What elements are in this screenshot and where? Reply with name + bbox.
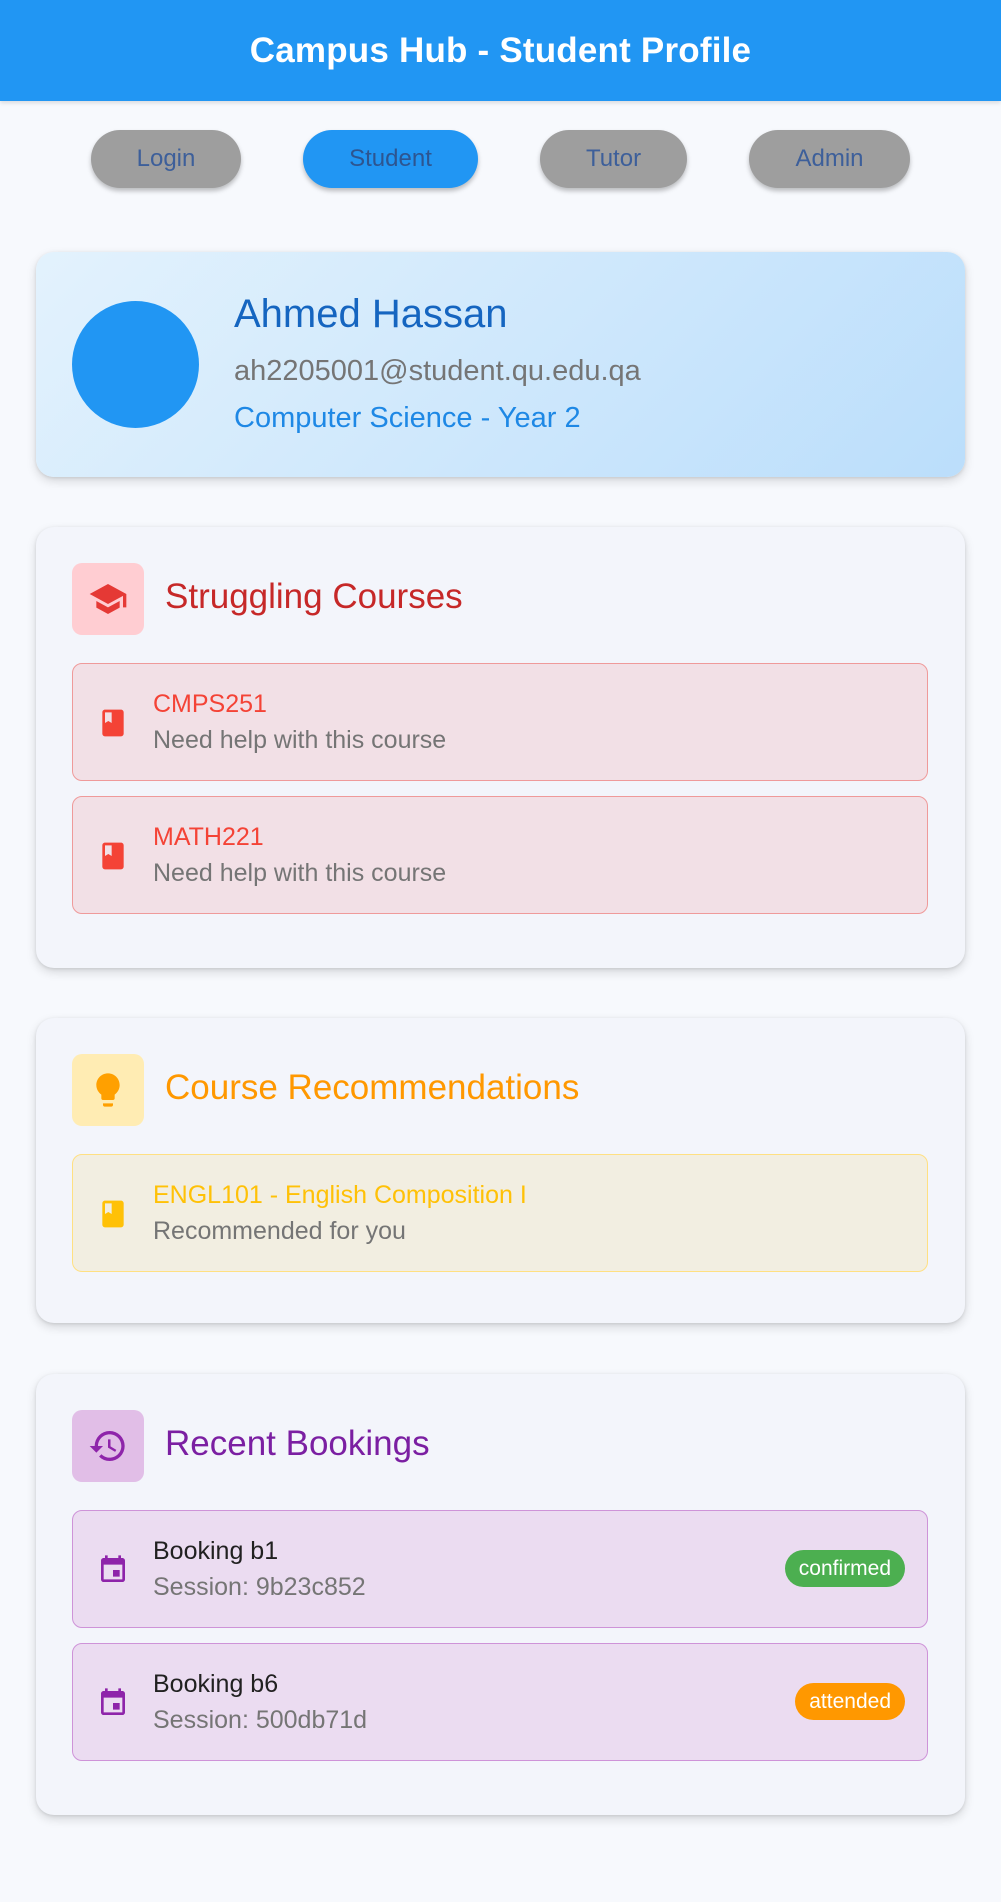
course-recommendations-card: Course Recommendations ENGL101 - English…: [36, 1018, 965, 1323]
recommendation-note: Recommended for you: [153, 1217, 406, 1245]
student-name: Ahmed Hassan: [234, 292, 508, 336]
student-program: Computer Science - Year 2: [234, 402, 581, 434]
course-code: CMPS251: [153, 690, 267, 718]
nav-student-button[interactable]: Student: [303, 130, 478, 188]
status-badge: confirmed: [784, 1550, 905, 1587]
booking-session: Session: 9b23c852: [153, 1573, 366, 1601]
profile-card: Ahmed Hassan ah2205001@student.qu.edu.qa…: [36, 252, 965, 477]
lightbulb-icon: [72, 1054, 144, 1126]
course-note: Need help with this course: [153, 726, 447, 754]
calendar-icon: [97, 1554, 129, 1586]
status-badge: attended: [795, 1683, 905, 1720]
recommended-course: ENGL101 - English Composition I: [153, 1181, 527, 1209]
section-title: Recent Bookings: [165, 1424, 430, 1463]
struggling-course-item[interactable]: CMPS251 Need help with this course: [72, 663, 928, 781]
struggling-courses-card: Struggling Courses CMPS251 Need help wit…: [36, 527, 965, 968]
calendar-icon: [97, 1687, 129, 1719]
booking-title: Booking b1: [153, 1537, 279, 1565]
booking-title: Booking b6: [153, 1670, 279, 1698]
history-icon: [72, 1410, 144, 1482]
booking-item[interactable]: Booking b1 Session: 9b23c852 confirmed: [72, 1510, 928, 1628]
app-bar: Campus Hub - Student Profile: [0, 0, 1001, 101]
book-icon: [97, 840, 129, 872]
book-icon: [97, 1198, 129, 1230]
recent-bookings-card: Recent Bookings Booking b1 Session: 9b23…: [36, 1374, 965, 1815]
page-title: Campus Hub - Student Profile: [249, 30, 752, 70]
booking-session: Session: 500db71d: [153, 1706, 368, 1734]
course-code: MATH221: [153, 823, 264, 851]
struggling-course-item[interactable]: MATH221 Need help with this course: [72, 796, 928, 914]
nav-tutor-button[interactable]: Tutor: [540, 130, 687, 188]
student-email: ah2205001@student.qu.edu.qa: [234, 355, 641, 387]
avatar: [72, 301, 199, 428]
recommendation-item[interactable]: ENGL101 - English Composition I Recommen…: [72, 1154, 928, 1272]
role-nav: Login Student Tutor Admin: [0, 101, 1001, 202]
school-icon: [72, 563, 144, 635]
booking-item[interactable]: Booking b6 Session: 500db71d attended: [72, 1643, 928, 1761]
book-icon: [97, 707, 129, 739]
course-note: Need help with this course: [153, 859, 447, 887]
section-title: Course Recommendations: [165, 1068, 580, 1107]
nav-login-button[interactable]: Login: [91, 130, 241, 188]
section-title: Struggling Courses: [165, 577, 463, 616]
nav-admin-button[interactable]: Admin: [749, 130, 910, 188]
